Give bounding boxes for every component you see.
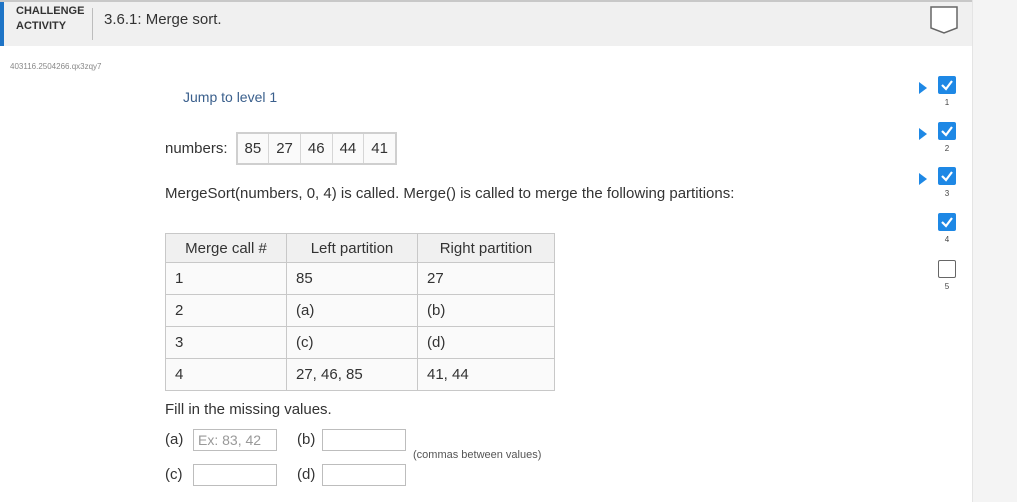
activity-header: CHALLENGE ACTIVITY 3.6.1: Merge sort.	[0, 0, 972, 46]
jump-to-level-link[interactable]: Jump to level 1	[183, 89, 277, 105]
table-row: 1 85 27	[165, 262, 555, 295]
table-row: 3 (c) (d)	[165, 326, 555, 359]
array-cell: 27	[269, 134, 301, 163]
cell-left-partition: (a)	[286, 294, 418, 327]
numbers-label: numbers:	[165, 140, 228, 157]
input-a-label: (a)	[165, 431, 184, 448]
cell-merge-call: 4	[165, 358, 287, 391]
array-cell: 41	[371, 140, 388, 157]
input-c-field[interactable]	[193, 464, 277, 486]
level-number: 2	[944, 144, 950, 153]
challenge-activity-label: CHALLENGE ACTIVITY	[16, 4, 84, 34]
header-merge-call: Merge call #	[165, 233, 287, 263]
header-accent-bar	[0, 2, 4, 46]
header-divider	[92, 8, 93, 40]
cell-merge-call: 2	[165, 294, 287, 327]
level-number: 4	[944, 235, 950, 244]
level-4-indicator[interactable]: 4	[935, 213, 959, 244]
level-3-indicator[interactable]: 3	[935, 167, 959, 198]
cell-left-partition: 27, 46, 85	[286, 358, 418, 391]
checkmark-icon	[938, 167, 956, 185]
header-left-partition: Left partition	[286, 233, 418, 263]
activity-id: 403116.2504266.qx3zqy7	[10, 62, 102, 71]
bookmark-icon[interactable]	[929, 5, 959, 35]
input-d-label: (d)	[297, 466, 316, 483]
numbers-array: 85 27 46 44 41	[235, 132, 397, 165]
checkmark-icon	[938, 213, 956, 231]
array-cell: 44	[333, 134, 365, 163]
cell-merge-call: 3	[165, 326, 287, 359]
right-scroll-area	[972, 0, 1017, 502]
cell-right-partition: 27	[417, 262, 555, 295]
cell-left-partition: 85	[286, 262, 418, 295]
cell-left-partition: (c)	[286, 326, 418, 359]
checkmark-icon	[938, 76, 956, 94]
level-pointer-icon	[919, 128, 927, 140]
table-row: 4 27, 46, 85 41, 44	[165, 358, 555, 391]
input-b-label: (b)	[297, 431, 316, 448]
cell-right-partition: 41, 44	[417, 358, 555, 391]
array-cell: 46	[301, 134, 333, 163]
merge-table: Merge call # Left partition Right partit…	[165, 233, 555, 391]
checkmark-icon	[938, 122, 956, 140]
fill-prompt: Fill in the missing values.	[165, 401, 332, 418]
level-2-indicator[interactable]: 2	[935, 122, 959, 153]
problem-description: MergeSort(numbers, 0, 4) is called. Merg…	[165, 185, 735, 202]
table-header-row: Merge call # Left partition Right partit…	[165, 233, 555, 263]
cell-merge-call: 1	[165, 262, 287, 295]
input-hint: (commas between values)	[413, 449, 542, 461]
table-row: 2 (a) (b)	[165, 294, 555, 327]
input-c-label: (c)	[165, 466, 183, 483]
level-number: 5	[944, 282, 950, 291]
level-1-indicator[interactable]: 1	[935, 76, 959, 107]
empty-box-icon	[938, 260, 956, 278]
cell-right-partition: (b)	[417, 294, 555, 327]
level-5-indicator[interactable]: 5	[935, 260, 959, 291]
numbers-array-row: numbers: 85 27 46 44 41	[165, 132, 397, 165]
input-d-field[interactable]	[322, 464, 406, 486]
cell-right-partition: (d)	[417, 326, 555, 359]
array-cell: 85	[238, 134, 270, 163]
level-pointer-icon	[919, 82, 927, 94]
input-b-field[interactable]	[322, 429, 406, 451]
challenge-label-line2: ACTIVITY	[16, 20, 67, 32]
input-a-field[interactable]	[193, 429, 277, 451]
level-pointer-icon	[919, 173, 927, 185]
level-number: 3	[944, 189, 950, 198]
header-right-partition: Right partition	[417, 233, 555, 263]
level-number: 1	[944, 98, 950, 107]
challenge-label-line1: CHALLENGE	[16, 5, 85, 17]
activity-title: 3.6.1: Merge sort.	[104, 11, 222, 28]
